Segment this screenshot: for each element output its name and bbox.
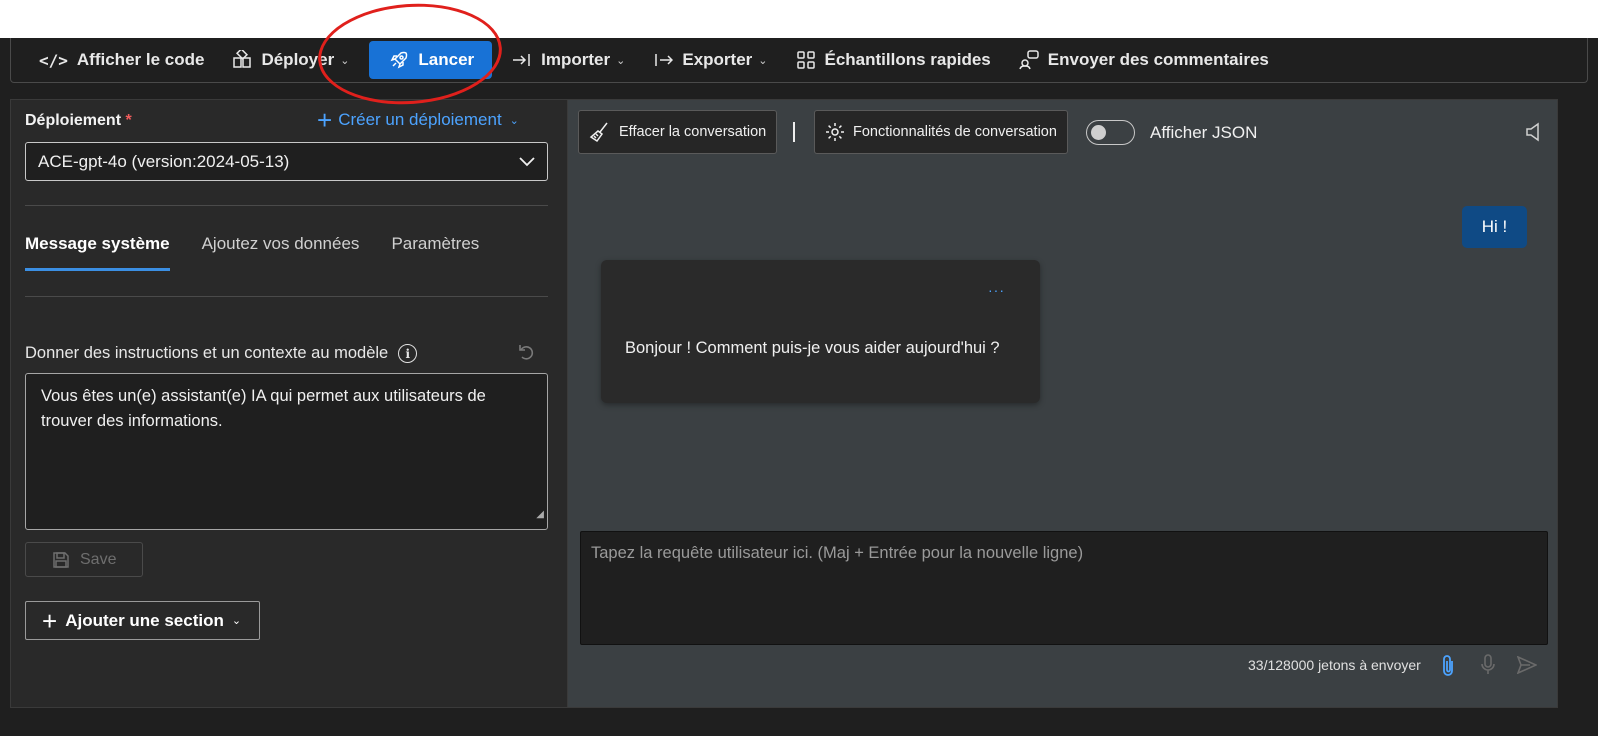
divider <box>25 205 548 206</box>
chevron-down-icon: ⌄ <box>758 54 768 67</box>
save-button[interactable]: Save <box>25 542 143 577</box>
launch-label: Lancer <box>418 50 475 69</box>
deploy-label: Déployer <box>261 50 335 69</box>
toolbar: </> Afficher le code Déployer ⌄ Lancer I… <box>10 38 1588 83</box>
deploy-button[interactable]: Déployer ⌄ <box>224 40 357 80</box>
system-message-input[interactable]: Vous êtes un(e) assistant(e) IA qui perm… <box>25 373 548 530</box>
playground-app: </> Afficher le code Déployer ⌄ Lancer I… <box>0 0 1598 736</box>
send-feedback-label: Envoyer des commentaires <box>1047 50 1269 69</box>
reset-icon[interactable] <box>516 342 536 368</box>
user-message-bubble: Hi ! <box>1462 206 1527 248</box>
export-label: Exporter <box>682 50 753 69</box>
chevron-down-icon <box>519 156 535 166</box>
speaker-icon[interactable] <box>1525 122 1543 147</box>
attach-icon[interactable] <box>1441 655 1455 682</box>
add-section-button[interactable]: + Ajouter une section ⌄ <box>25 601 260 640</box>
plus-icon: + <box>317 105 333 135</box>
clear-chat-label: Effacer la conversation <box>619 124 767 140</box>
grid-icon <box>796 51 815 69</box>
show-json-toggle[interactable] <box>1086 120 1135 145</box>
rocket-icon <box>390 51 408 69</box>
instructions-label: Donner des instructions et un contexte a… <box>25 344 418 363</box>
config-tabs: Message système Ajoutez vos données Para… <box>25 234 479 271</box>
user-message-text: Hi ! <box>1481 217 1508 236</box>
chat-input-placeholder: Tapez la requête utilisateur ici. (Maj +… <box>591 544 1084 562</box>
save-label: Save <box>80 550 117 568</box>
chat-input[interactable]: Tapez la requête utilisateur ici. (Maj +… <box>580 531 1548 645</box>
chevron-down-icon: ⌄ <box>340 54 350 67</box>
microphone-icon[interactable] <box>1480 654 1496 681</box>
assistant-message-card: ··· Bonjour ! Comment puis-je vous aider… <box>601 260 1040 403</box>
show-json-label: Afficher JSON <box>1150 123 1258 142</box>
send-feedback-button[interactable]: Envoyer des commentaires <box>1011 40 1277 80</box>
create-deployment-button[interactable]: + Créer un déploiement ⌄ <box>317 105 519 135</box>
launch-button[interactable]: Lancer <box>369 41 493 79</box>
cube-icon <box>233 50 252 68</box>
chevron-down-icon: ⌄ <box>616 54 626 67</box>
config-panel: Déploiement * + Créer un déploiement ⌄ A… <box>10 99 567 708</box>
divider <box>25 296 548 297</box>
send-icon[interactable] <box>1516 655 1538 679</box>
more-options-icon[interactable]: ··· <box>988 282 1005 298</box>
view-code-button[interactable]: </> Afficher le code <box>31 40 212 80</box>
import-label: Importer <box>541 50 611 69</box>
export-icon <box>655 54 674 66</box>
quick-samples-label: Échantillons rapides <box>824 50 991 69</box>
chat-features-button[interactable]: Fonctionnalités de conversation <box>814 110 1068 154</box>
resize-handle-icon[interactable]: ◢ <box>536 502 544 527</box>
chat-panel: Effacer la conversation Fonctionnalités … <box>567 99 1558 708</box>
system-message-text: Vous êtes un(e) assistant(e) IA qui perm… <box>41 387 486 430</box>
separator <box>793 122 795 142</box>
import-icon <box>513 54 530 66</box>
chat-features-label: Fonctionnalités de conversation <box>853 124 1057 140</box>
export-button[interactable]: Exporter ⌄ <box>645 40 775 80</box>
info-icon[interactable]: i <box>398 344 418 363</box>
required-mark: * <box>125 112 132 129</box>
save-icon <box>53 551 69 568</box>
deployment-label: Déploiement * <box>25 112 132 129</box>
tab-system-message[interactable]: Message système <box>25 234 170 271</box>
view-code-label: Afficher le code <box>76 50 205 69</box>
clear-chat-button[interactable]: Effacer la conversation <box>578 110 778 154</box>
tab-parameters[interactable]: Paramètres <box>391 234 479 271</box>
add-section-label: Ajouter une section <box>65 610 224 630</box>
feedback-icon <box>1019 50 1039 70</box>
chevron-down-icon: ⌄ <box>509 114 519 127</box>
chevron-down-icon: ⌄ <box>231 615 242 627</box>
quick-samples-button[interactable]: Échantillons rapides <box>788 40 999 80</box>
plus-icon: + <box>42 605 58 636</box>
code-icon: </> <box>39 50 68 70</box>
tab-add-data[interactable]: Ajoutez vos données <box>202 234 360 271</box>
import-button[interactable]: Importer ⌄ <box>504 40 633 80</box>
deployment-select[interactable]: ACE-gpt-4o (version:2024-05-13) <box>25 142 548 181</box>
assistant-message-text: Bonjour ! Comment puis-je vous aider auj… <box>625 339 1000 357</box>
deployment-value: ACE-gpt-4o (version:2024-05-13) <box>38 151 290 171</box>
gear-icon <box>826 123 844 141</box>
toggle-knob <box>1091 125 1106 140</box>
token-count: 33/128000 jetons à envoyer <box>1248 657 1421 673</box>
create-deployment-label: Créer un déploiement <box>338 110 502 129</box>
broom-icon <box>589 122 608 143</box>
